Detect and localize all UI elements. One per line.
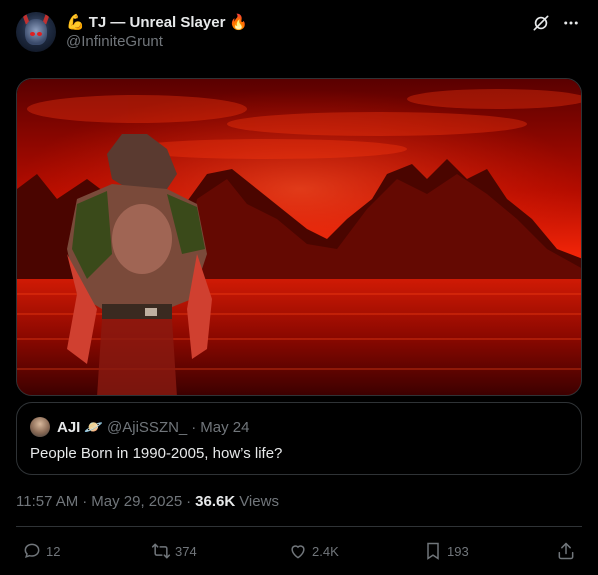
action-bar: 12 374 2.4K 193 bbox=[16, 530, 582, 572]
views-count: 36.6K bbox=[195, 492, 236, 510]
post-time[interactable]: 11:57 AM bbox=[16, 493, 78, 510]
fire-emoji: 🔥 bbox=[229, 13, 249, 31]
views-label: Views bbox=[239, 492, 279, 510]
post-image[interactable] bbox=[16, 78, 582, 396]
quoted-post-header: AJI 🪐 @AjiSSZN_ · May 24 bbox=[57, 417, 249, 437]
bookmark-icon bbox=[427, 542, 439, 560]
reply-button[interactable]: 12 bbox=[22, 536, 60, 566]
dot-separator: · bbox=[191, 418, 197, 436]
dot-separator: · bbox=[82, 492, 88, 510]
author-avatar[interactable] bbox=[16, 12, 56, 52]
quoted-author-avatar[interactable] bbox=[30, 417, 50, 437]
flexed-biceps-emoji: 💪 bbox=[66, 13, 85, 31]
more-icon[interactable] bbox=[560, 12, 582, 34]
avatar-eye bbox=[30, 32, 35, 36]
quoted-author-handle[interactable]: @AjiSSZN_ bbox=[107, 419, 187, 436]
divider bbox=[16, 526, 582, 527]
bookmark-button[interactable]: 193 bbox=[423, 536, 469, 566]
doom-marine-image bbox=[17, 79, 581, 395]
like-count: 2.4K bbox=[312, 543, 339, 559]
like-button[interactable]: 2.4K bbox=[288, 536, 339, 566]
repost-button[interactable]: 374 bbox=[151, 536, 197, 566]
quoted-post-date[interactable]: May 24 bbox=[200, 419, 249, 436]
top-right-icons bbox=[530, 12, 582, 34]
post-date[interactable]: May 29, 2025 bbox=[91, 493, 182, 510]
quoted-author-name[interactable]: AJI bbox=[57, 419, 80, 436]
grok-icon[interactable] bbox=[530, 12, 552, 34]
repost-count: 374 bbox=[175, 543, 197, 559]
reply-icon bbox=[24, 543, 40, 559]
share-button[interactable] bbox=[556, 536, 576, 566]
post-meta: 11:57 AM · May 29, 2025 · 36.6K Views bbox=[16, 491, 279, 511]
repost-icon bbox=[151, 543, 171, 559]
author-handle[interactable]: @InfiniteGrunt bbox=[66, 33, 163, 50]
quoted-post[interactable]: AJI 🪐 @AjiSSZN_ · May 24 People Born in … bbox=[16, 402, 582, 475]
reply-count: 12 bbox=[46, 543, 61, 559]
dot-separator: · bbox=[186, 492, 192, 510]
avatar-face bbox=[25, 19, 47, 45]
author-display-name[interactable]: TJ — Unreal Slayer bbox=[89, 14, 226, 31]
share-icon bbox=[558, 542, 574, 560]
ringed-planet-emoji: 🪐 bbox=[84, 418, 104, 436]
avatar-eye bbox=[37, 32, 42, 36]
bookmark-count: 193 bbox=[447, 543, 469, 559]
heart-icon bbox=[291, 545, 305, 559]
quoted-post-text: People Born in 1990-2005, how’s life? bbox=[30, 445, 283, 462]
author-name-row[interactable]: 💪 TJ — Unreal Slayer 🔥 bbox=[66, 12, 248, 32]
